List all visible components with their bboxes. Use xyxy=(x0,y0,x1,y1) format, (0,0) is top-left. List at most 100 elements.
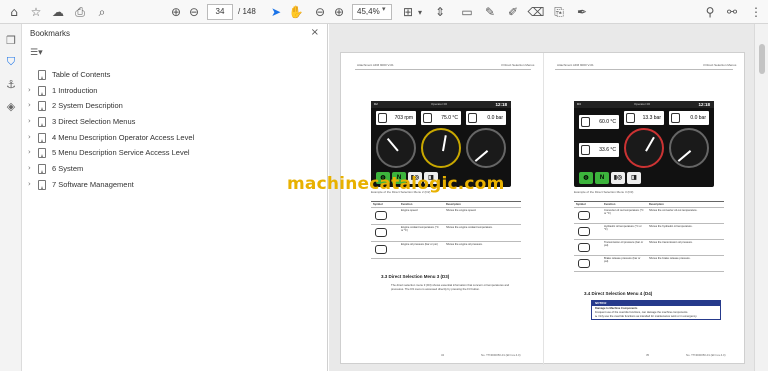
page-up-icon[interactable]: ⊕ xyxy=(168,4,184,20)
bookmark-icon xyxy=(38,132,46,143)
scrollbar-thumb[interactable] xyxy=(759,44,765,74)
hydraulic-oil-temp-icon xyxy=(578,227,590,236)
bookmark-item[interactable]: Table of Contents xyxy=(22,68,328,84)
bookmark-label: 2 System Description xyxy=(52,101,123,111)
page-header: Attachment AFM 9000 V-01 xyxy=(557,63,594,67)
bookmark-label: Table of Contents xyxy=(52,70,111,79)
main-toolbar: ⌂ ☆ ☁ ⎙ ⌕ ⊕ ⊖ 34 / 148 ➤ ✋ ⊖ ⊕ 45,4% ▾ ⊞… xyxy=(0,0,768,24)
bookmark-item[interactable]: › 3 Direct Selection Menus xyxy=(22,115,328,131)
chevron-right-icon[interactable]: › xyxy=(28,148,31,156)
symbol-table: Symbol Function Description Engine speed… xyxy=(371,201,521,259)
bookmark-item[interactable]: › 5 Menu Description Service Access Leve… xyxy=(22,146,328,162)
document-spread: Attachment AFM 9000 V-01 3 Direct Select… xyxy=(340,52,745,365)
header-rule xyxy=(355,69,531,70)
clock: 12:18 xyxy=(698,102,710,107)
chevron-right-icon[interactable]: › xyxy=(28,164,31,172)
chevron-down-icon[interactable]: ▾ xyxy=(412,4,428,20)
brake-pressure-dial xyxy=(669,128,709,168)
bookmark-list: Table of Contents › 1 Introduction › 2 S… xyxy=(22,68,328,194)
gauge-readout: 60.0 °C xyxy=(579,115,619,129)
bookmark-options-button[interactable]: ☰▾ xyxy=(30,48,50,60)
comment-icon[interactable]: ▭ xyxy=(459,4,475,20)
transmission-pressure-icon xyxy=(578,243,590,252)
doc-number: No. TTN000050-01 (EN rev.4.0) xyxy=(481,353,521,357)
soft-key-row: ◍ N ▮◎ ◨ xyxy=(577,172,711,185)
vertical-scrollbar[interactable] xyxy=(754,24,768,371)
bookmark-label: 4 Menu Description Operator Access Level xyxy=(52,132,195,142)
gauge-readout: 0.0 bar xyxy=(669,111,709,125)
chevron-down-icon[interactable]: ▾ xyxy=(382,5,386,13)
display-screen: D3 Operator 00 12:18 60.0 °C 13.3 bar 0.… xyxy=(574,101,714,187)
bookmark-item[interactable]: › 4 Menu Description Operator Access Lev… xyxy=(22,131,328,147)
transmission-pressure-icon xyxy=(626,113,635,123)
chevron-right-icon[interactable]: › xyxy=(28,101,31,109)
more-icon[interactable]: ⋮ xyxy=(748,4,764,20)
bookmark-icon xyxy=(38,117,46,128)
gauge-readout: 13.3 bar xyxy=(624,111,664,125)
bookmark-item[interactable]: › 6 System xyxy=(22,162,328,178)
bookmark-icon xyxy=(38,164,46,175)
chevron-right-icon[interactable]: › xyxy=(28,117,31,125)
table-row: Engine oil pressure (bar or psi) Shows t… xyxy=(371,242,521,259)
gauge-readout: 703 rpm xyxy=(376,111,416,125)
bookmark-label: 6 System xyxy=(52,164,84,174)
table-row: Transmission oil pressure (bar or psi) S… xyxy=(574,240,724,256)
scroll-mode-icon[interactable]: ⇕ xyxy=(432,4,448,20)
oil-pressure-icon xyxy=(468,113,477,123)
document-viewer[interactable]: Attachment AFM 9000 V-01 3 Direct Select… xyxy=(329,24,754,371)
page-number: 35 xyxy=(646,353,650,357)
zoom-input[interactable]: 45,4% xyxy=(352,4,392,20)
status-bar: D3 Operator 00 12:18 xyxy=(574,101,714,108)
bookmark-item[interactable]: › 7 Software Management xyxy=(22,178,328,194)
bookmark-label: 1 Introduction xyxy=(52,85,98,95)
close-icon[interactable]: × xyxy=(311,27,319,38)
hydraulic-oil-temp-icon xyxy=(581,145,590,155)
link-icon[interactable]: ⚯ xyxy=(724,4,740,20)
print-icon[interactable]: ⎙ xyxy=(72,4,88,20)
hand-icon[interactable]: ✋ xyxy=(288,4,304,20)
symbol-table: Symbol Function Description Converter oi… xyxy=(574,201,724,272)
home-icon[interactable]: ⌂ xyxy=(6,4,22,20)
share-icon[interactable]: ⚲ xyxy=(702,4,718,20)
attachment-icon[interactable]: ⚓ xyxy=(3,76,19,92)
draw-icon[interactable]: ✐ xyxy=(505,4,521,20)
page-down-icon[interactable]: ⊖ xyxy=(186,4,202,20)
gauge-readout: 75.0 °C xyxy=(421,111,461,125)
soft-key: ◨ xyxy=(627,172,641,184)
menu-indicator: D2 xyxy=(374,102,378,106)
page-header: Attachment AFM 9000 V-01 xyxy=(357,63,394,67)
erase-icon[interactable]: ⌫ xyxy=(528,4,545,20)
stamp-icon[interactable]: ⎘ xyxy=(551,4,567,20)
upload-cloud-icon[interactable]: ☁ xyxy=(50,4,66,20)
watermark-text: machinecatalogic.com xyxy=(287,174,505,194)
pages-icon[interactable]: ❐ xyxy=(3,32,19,48)
section-title: 3.4 Direct Selection Menu 4 (D4) xyxy=(584,291,653,296)
coolant-temp-icon xyxy=(423,113,432,123)
zoom-in-icon[interactable]: ⊕ xyxy=(331,4,347,20)
highlight-icon[interactable]: ✎ xyxy=(482,4,498,20)
zoom-out-icon[interactable]: ⊖ xyxy=(312,4,328,20)
page-number: 34 xyxy=(441,353,445,357)
star-icon[interactable]: ☆ xyxy=(28,4,44,20)
chevron-right-icon[interactable]: › xyxy=(28,180,31,188)
operator-label: Operator 00 xyxy=(431,102,448,106)
layers-icon[interactable]: ◈ xyxy=(3,98,19,114)
bookmark-icon xyxy=(38,85,46,96)
select-cursor-icon[interactable]: ➤ xyxy=(268,4,284,20)
zoom-icon[interactable]: ⌕ xyxy=(94,4,110,20)
page-number-input[interactable]: 34 xyxy=(207,4,233,20)
coolant-temp-icon xyxy=(375,228,387,237)
bookmark-label: 5 Menu Description Service Access Level xyxy=(52,148,190,158)
bookmark-item[interactable]: › 1 Introduction xyxy=(22,84,328,100)
status-bar: D2 Operator 00 12:18 xyxy=(371,101,511,108)
bookmark-label: 7 Software Management xyxy=(52,179,134,189)
paragraph: The direct selection menu 3 (D3) shows e… xyxy=(391,283,510,291)
bookmark-icon[interactable]: ⛉ xyxy=(3,54,19,70)
temp-dial xyxy=(421,128,461,168)
page-header: 3 Direct Selection Menus xyxy=(703,63,737,67)
chevron-right-icon[interactable]: › xyxy=(28,133,31,141)
chevron-right-icon[interactable]: › xyxy=(28,86,31,94)
bookmark-item[interactable]: › 2 System Description xyxy=(22,99,328,115)
page-divider xyxy=(543,53,544,365)
sign-icon[interactable]: ✒ xyxy=(574,4,590,20)
